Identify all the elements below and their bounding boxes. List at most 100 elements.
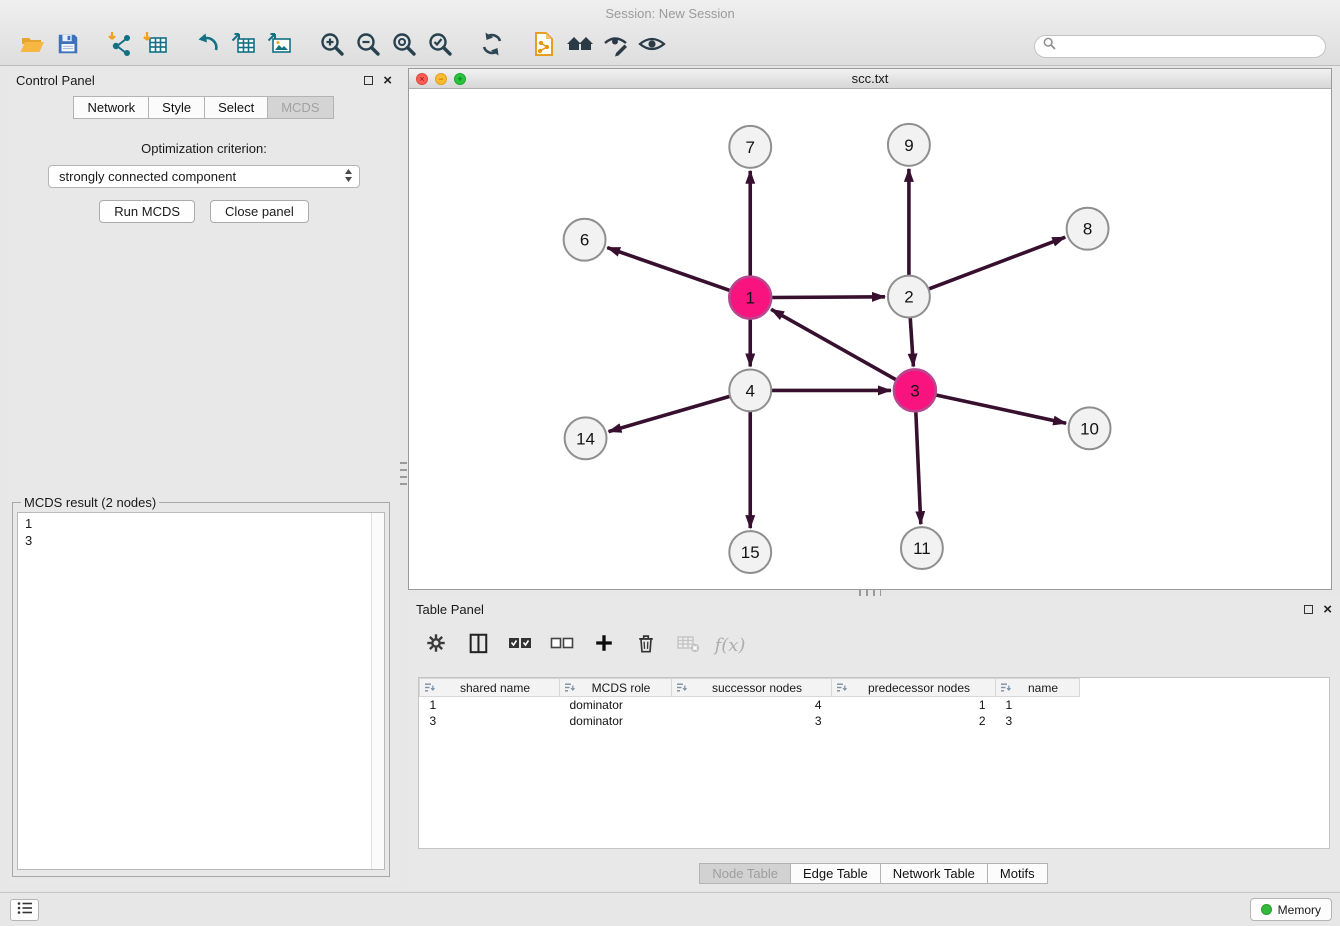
criterion-dropdown[interactable]: strongly connected component [48,165,360,188]
sort-icon[interactable] [676,682,687,693]
add-row-button[interactable] [590,631,618,659]
close-window-button[interactable]: × [416,73,428,85]
export-network-button[interactable] [190,30,226,62]
import-table-button[interactable] [138,30,174,62]
search-box[interactable] [1034,35,1326,58]
apply-layout-button[interactable] [474,30,510,62]
tab-network[interactable]: Network [73,96,149,119]
minimize-window-button[interactable]: − [435,73,447,85]
table-cell[interactable]: 2 [832,713,996,729]
sort-icon[interactable] [564,682,575,693]
zoom-fit-button[interactable] [386,30,422,62]
table-cell[interactable]: 1 [420,697,560,713]
zoom-selected-button[interactable] [422,30,458,62]
task-history-button[interactable] [10,899,39,921]
graph-node-3[interactable]: 3 [894,369,936,411]
table-row[interactable]: 3dominator323 [420,713,1080,729]
graph-node-6[interactable]: 6 [564,219,606,261]
graph-edge-2-8[interactable] [928,237,1065,289]
zoom-in-icon [319,31,345,62]
table-panel-header: Table Panel × [408,597,1340,621]
column-header-successor-nodes[interactable]: successor nodes [672,679,832,697]
maximize-window-button[interactable]: + [454,73,466,85]
deselect-all-button[interactable] [548,631,576,659]
show-hide-graphics-button[interactable] [634,30,670,62]
sort-icon[interactable] [1000,682,1011,693]
table-cell[interactable]: 3 [672,713,832,729]
delete-table-button[interactable] [674,631,702,659]
close-table-panel-icon[interactable]: × [1323,602,1332,617]
table-cell[interactable]: 1 [832,697,996,713]
zoom-out-button[interactable] [350,30,386,62]
function-builder-button[interactable]: f(x) [716,631,744,659]
graph-node-10[interactable]: 10 [1069,407,1111,449]
graph-edge-1-6[interactable] [607,248,730,291]
select-all-button[interactable] [506,631,534,659]
network-view-window: × − + scc.txt 7968124314101511 [408,68,1332,590]
column-header-name[interactable]: name [996,679,1080,697]
memory-button[interactable]: Memory [1250,898,1332,921]
table-cell[interactable]: dominator [560,697,672,713]
network-document-button[interactable] [526,30,562,62]
control-panel-title: Control Panel [16,73,95,88]
run-mcds-button[interactable]: Run MCDS [99,200,195,223]
trash-icon [635,632,657,659]
table-cell[interactable]: 3 [996,713,1080,729]
show-columns-button[interactable] [464,631,492,659]
graph-node-9[interactable]: 9 [888,124,930,166]
close-panel-button[interactable]: Close panel [210,200,309,223]
zoom-in-button[interactable] [314,30,350,62]
export-image-button[interactable] [262,30,298,62]
sort-icon[interactable] [424,682,435,693]
tab-style[interactable]: Style [148,96,205,119]
sort-icon[interactable] [836,682,847,693]
float-panel-icon[interactable] [364,76,373,85]
import-network-button[interactable] [102,30,138,62]
table-cell[interactable]: 1 [996,697,1080,713]
export-table-button[interactable] [226,30,262,62]
vertical-splitter-grip[interactable] [400,462,407,488]
table-cell[interactable]: 4 [672,697,832,713]
graph-edge-4-14[interactable] [609,396,731,431]
column-header-predecessor-nodes[interactable]: predecessor nodes [832,679,996,697]
open-session-button[interactable] [14,30,50,62]
style-preview-button[interactable] [598,30,634,62]
search-input[interactable] [1061,39,1317,53]
column-header-shared-name[interactable]: shared name [420,679,560,697]
double-home-icon [566,31,594,62]
result-scrollbar[interactable] [371,513,384,869]
tab-node-table[interactable]: Node Table [699,863,791,884]
network-canvas[interactable]: 7 9 6 8 1 2 4 3 14 10 15 11 [409,90,1331,589]
column-header-mcds-role[interactable]: MCDS role [560,679,672,697]
graph-edge-1-2[interactable] [771,297,885,298]
gear-icon [425,632,447,659]
tab-network-table[interactable]: Network Table [880,863,988,884]
float-table-panel-icon[interactable] [1304,605,1313,614]
save-session-button[interactable] [50,30,86,62]
delete-row-button[interactable] [632,631,660,659]
tab-motifs[interactable]: Motifs [987,863,1048,884]
tab-select[interactable]: Select [204,96,268,119]
close-panel-icon[interactable]: × [383,73,392,88]
horizontal-splitter[interactable] [408,589,1332,596]
graph-node-14[interactable]: 14 [565,417,607,459]
table-cell[interactable]: dominator [560,713,672,729]
window-title: Session: New Session [605,6,734,21]
tab-edge-table[interactable]: Edge Table [790,863,881,884]
graph-node-7[interactable]: 7 [729,126,771,168]
graph-node-1[interactable]: 1 [729,277,771,319]
table-row[interactable]: 1dominator411 [420,697,1080,713]
table-cell[interactable]: 3 [420,713,560,729]
graph-node-15[interactable]: 15 [729,531,771,573]
graph-edge-2-3[interactable] [910,318,913,367]
graph-node-4[interactable]: 4 [729,369,771,411]
graph-edge-3-1[interactable] [771,309,897,380]
graph-node-8[interactable]: 8 [1067,208,1109,250]
graph-node-11[interactable]: 11 [901,527,943,569]
graph-edge-3-11[interactable] [916,411,921,524]
first-neighbors-button[interactable] [562,30,598,62]
table-settings-button[interactable] [422,631,450,659]
graph-edge-3-10[interactable] [935,395,1066,423]
tab-mcds[interactable]: MCDS [267,96,333,119]
graph-node-2[interactable]: 2 [888,276,930,318]
